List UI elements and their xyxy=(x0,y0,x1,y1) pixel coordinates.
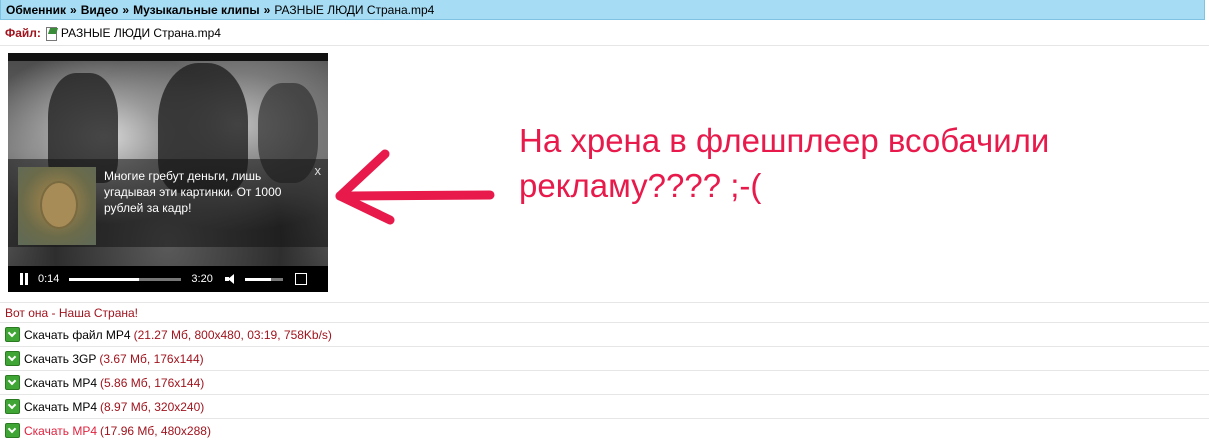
volume-slider-fill xyxy=(244,277,272,281)
download-item: Скачать MP4 (17.96 Мб, 480x288) xyxy=(0,418,1209,442)
current-time: 0:14 xyxy=(38,273,60,285)
video-player[interactable]: Многие гребут деньги, лишь угадывая эти … xyxy=(8,53,328,292)
breadcrumb-current: РАЗНЫЕ ЛЮДИ Страна.mp4 xyxy=(274,2,435,17)
player-controls: 0:14 3:20 xyxy=(8,266,328,292)
file-row: Файл: РАЗНЫЕ ЛЮДИ Страна.mp4 xyxy=(0,20,1209,46)
file-label: Файл: xyxy=(5,25,41,40)
ad-overlay[interactable]: Многие гребут деньги, лишь угадывая эти … xyxy=(8,159,328,247)
download-link[interactable]: Скачать MP4 xyxy=(24,376,97,390)
breadcrumb-link-video[interactable]: Видео xyxy=(81,3,119,17)
download-icon xyxy=(5,423,20,438)
total-time: 3:20 xyxy=(191,273,213,285)
breadcrumb-separator: » xyxy=(70,2,77,17)
pause-icon[interactable] xyxy=(18,273,32,285)
fullscreen-icon[interactable] xyxy=(294,273,307,285)
download-link[interactable]: Скачать MP4 xyxy=(24,400,97,414)
volume-icon[interactable] xyxy=(224,274,237,284)
download-meta: (3.67 Мб, 176x144) xyxy=(99,351,204,366)
download-icon xyxy=(5,327,20,342)
breadcrumb-link-music-clips[interactable]: Музыкальные клипы xyxy=(133,3,260,17)
player-top-bar xyxy=(8,53,328,61)
download-icon xyxy=(5,399,20,414)
document-icon xyxy=(44,26,59,41)
ad-thumbnail[interactable] xyxy=(18,167,96,245)
arrow-annotation xyxy=(335,149,495,225)
seek-bar-fill xyxy=(69,277,139,281)
download-link[interactable]: Скачать MP4 xyxy=(24,424,97,438)
download-meta: (21.27 Мб, 800x480, 03:19, 758Kb/s) xyxy=(133,327,332,342)
breadcrumb: Обменник » Видео » Музыкальные клипы » Р… xyxy=(0,0,1205,20)
download-item: Скачать файл MP4 (21.27 Мб, 800x480, 03:… xyxy=(0,322,1209,346)
download-icon xyxy=(5,375,20,390)
volume-slider[interactable] xyxy=(244,277,283,281)
download-icon xyxy=(5,351,20,366)
download-item: Скачать 3GP (3.67 Мб, 176x144) xyxy=(0,346,1209,370)
download-meta: (17.96 Мб, 480x288) xyxy=(100,423,211,438)
file-description: Вот она - Наша Страна! xyxy=(0,302,1209,322)
download-link[interactable]: Скачать 3GP xyxy=(24,352,96,366)
ad-text[interactable]: Многие гребут деньги, лишь угадывая эти … xyxy=(104,168,294,216)
download-meta: (5.86 Мб, 176x144) xyxy=(100,375,205,390)
annotation-text: На хрена в флешплеер всобачили рекламу??… xyxy=(519,122,1050,204)
breadcrumb-separator: » xyxy=(122,2,130,17)
breadcrumb-link-exchange[interactable]: Обменник xyxy=(6,3,66,17)
download-link[interactable]: Скачать файл MP4 xyxy=(24,328,131,342)
breadcrumb-separator: » xyxy=(263,2,271,17)
file-name: РАЗНЫЕ ЛЮДИ Страна.mp4 xyxy=(60,25,221,40)
download-item: Скачать MP4 (5.86 Мб, 176x144) xyxy=(0,370,1209,394)
download-item: Скачать MP4 (8.97 Мб, 320x240) xyxy=(0,394,1209,418)
download-meta: (8.97 Мб, 320x240) xyxy=(100,399,205,414)
seek-bar[interactable] xyxy=(69,277,182,281)
close-icon[interactable]: x xyxy=(315,163,322,178)
